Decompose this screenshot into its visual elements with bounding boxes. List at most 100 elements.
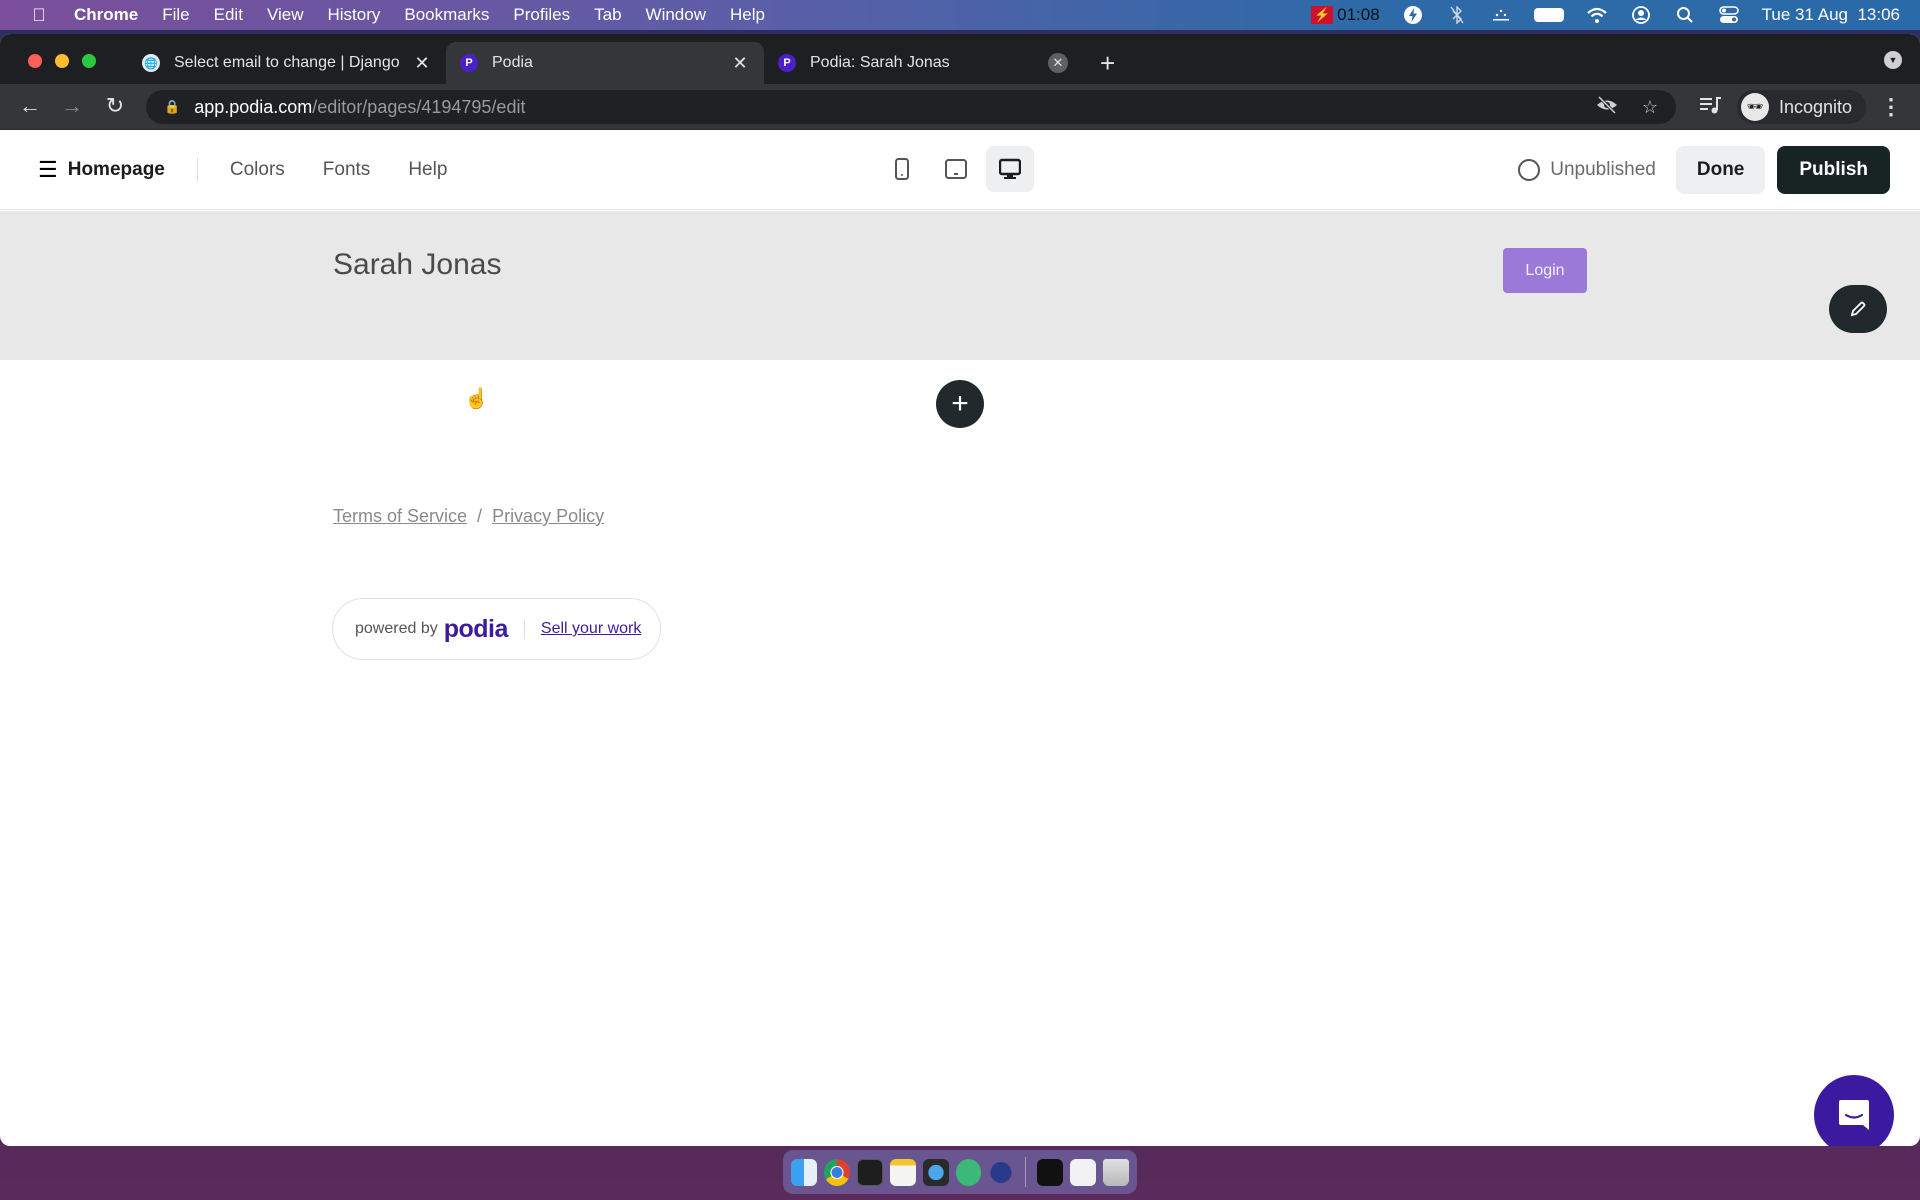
mobile-icon — [895, 158, 909, 180]
tab-podia-sarah-jonas[interactable]: P Podia: Sarah Jonas ✕ — [764, 42, 1082, 84]
publish-button[interactable]: Publish — [1777, 146, 1890, 194]
terms-of-service-link[interactable]: Terms of Service — [333, 506, 467, 526]
close-window-button[interactable] — [28, 54, 42, 68]
tablet-icon — [945, 159, 967, 179]
status-label: Unpublished — [1550, 159, 1656, 180]
done-button[interactable]: Done — [1675, 146, 1766, 194]
colors-link[interactable]: Colors — [230, 159, 285, 181]
chrome-icon[interactable] — [823, 1158, 850, 1186]
fonts-link[interactable]: Fonts — [323, 159, 371, 181]
divider — [523, 619, 525, 639]
pencil-icon — [1850, 301, 1866, 317]
menu-tab[interactable]: Tab — [594, 5, 621, 25]
quicktime-icon[interactable] — [922, 1158, 949, 1186]
control-center-icon[interactable] — [1718, 6, 1740, 24]
bookmark-star-icon[interactable]: ☆ — [1642, 97, 1658, 118]
tab-podia[interactable]: P Podia ✕ — [446, 42, 764, 84]
recent-window-thumbnail[interactable] — [1070, 1158, 1097, 1186]
hamburger-menu-icon[interactable]: ☰ — [38, 157, 58, 183]
unpublished-circle-icon — [1518, 159, 1541, 181]
atom-icon[interactable] — [955, 1158, 982, 1186]
tracking-protection-eye-off-icon[interactable] — [1596, 95, 1618, 119]
trash-icon[interactable] — [1103, 1158, 1129, 1186]
browser-toolbar: ← → ↻ 🔒 app.podia.com/editor/pages/41947… — [0, 84, 1920, 130]
menu-app-name[interactable]: Chrome — [74, 5, 138, 25]
dock-separator — [1025, 1157, 1027, 1187]
minimize-window-button[interactable] — [55, 54, 69, 68]
site-header-section[interactable]: Sarah Jonas Login — [0, 211, 1920, 360]
powered-by-text: powered by — [355, 620, 438, 637]
divider — [196, 158, 198, 182]
edit-section-button[interactable] — [1829, 285, 1887, 333]
menu-file[interactable]: File — [162, 5, 189, 25]
lock-icon[interactable]: 🔒 — [164, 99, 180, 115]
podia-favicon-icon: P — [778, 54, 796, 72]
profile-label: Incognito — [1778, 96, 1852, 117]
sell-your-work-link[interactable]: Sell your work — [541, 620, 641, 638]
menu-bookmarks[interactable]: Bookmarks — [404, 5, 489, 25]
zoom-window-button[interactable] — [82, 54, 96, 68]
chrome-menu-kebab-icon[interactable]: ⋮ — [1880, 94, 1902, 120]
close-tab-icon[interactable]: ✕ — [1048, 53, 1068, 73]
editor-actions: Unpublished Done Publish — [1518, 130, 1890, 210]
toolbar-right: 🕶 Incognito ⋮ — [1699, 90, 1902, 124]
add-section-button[interactable]: + — [936, 380, 984, 428]
plus-icon: + — [951, 387, 969, 420]
macos-dock — [783, 1150, 1137, 1194]
tab-title: Podia: Sarah Jonas — [810, 54, 950, 71]
reeder-bolt-icon[interactable] — [988, 1158, 1015, 1186]
device-preview-toggle — [878, 146, 1034, 192]
mobile-preview-button[interactable] — [878, 146, 926, 192]
status-area: ⚡ 01:08 Tue 31 Aug 13:06 — [1311, 0, 1900, 30]
menu-window[interactable]: Window — [646, 5, 706, 25]
menu-history[interactable]: History — [327, 5, 380, 25]
page-selector[interactable]: Homepage — [68, 159, 165, 181]
desktop-icon — [999, 158, 1021, 179]
media-control-icon[interactable] — [1699, 95, 1723, 120]
incognito-profile-button[interactable]: 🕶 Incognito — [1736, 90, 1866, 124]
apple-menu-icon[interactable]:  — [28, 5, 50, 26]
bluetooth-off-icon[interactable] — [1446, 6, 1468, 24]
privacy-policy-link[interactable]: Privacy Policy — [492, 506, 604, 526]
hand-cursor-icon: ☝ — [464, 388, 489, 410]
close-tab-icon[interactable]: ✕ — [412, 53, 432, 73]
dots-status-icon[interactable] — [1490, 6, 1512, 24]
powered-by-badge: powered by podia Sell your work — [332, 598, 661, 660]
tab-search-dropdown-icon[interactable]: ▼ — [1884, 51, 1902, 69]
screen-recorder-status[interactable]: ⚡ 01:08 — [1311, 5, 1380, 25]
finder-icon[interactable] — [791, 1158, 817, 1186]
bolt-app-icon[interactable] — [1402, 6, 1424, 24]
chat-support-button[interactable] — [1814, 1075, 1894, 1146]
menu-view[interactable]: View — [267, 5, 304, 25]
help-link[interactable]: Help — [408, 159, 447, 181]
macos-menubar:  Chrome File Edit View History Bookmark… — [0, 0, 1920, 30]
desktop-preview-button[interactable] — [986, 146, 1034, 192]
new-tab-button[interactable]: + — [1100, 48, 1115, 79]
wifi-icon[interactable] — [1586, 6, 1608, 24]
browser-window: 🌐 Select email to change | Django ✕ P Po… — [0, 34, 1920, 1146]
recent-window-thumbnail[interactable] — [1037, 1158, 1064, 1186]
omnibox-actions: ☆ — [1596, 90, 1658, 124]
tablet-preview-button[interactable] — [932, 146, 980, 192]
address-bar[interactable]: 🔒 app.podia.com/editor/pages/4194795/edi… — [146, 90, 1676, 124]
login-button[interactable]: Login — [1503, 248, 1587, 293]
podia-logo[interactable]: podia — [444, 615, 509, 644]
legal-links: Terms of Service / Privacy Policy — [333, 506, 604, 527]
back-arrow-icon[interactable]: ← — [16, 93, 44, 119]
tab-django-admin[interactable]: 🌐 Select email to change | Django ✕ — [128, 42, 446, 84]
menubar-clock[interactable]: Tue 31 Aug 13:06 — [1762, 5, 1900, 25]
close-tab-icon[interactable]: ✕ — [730, 53, 750, 73]
podia-favicon-icon: P — [460, 54, 478, 72]
menu-edit[interactable]: Edit — [214, 5, 243, 25]
notes-icon[interactable] — [889, 1158, 916, 1186]
user-account-icon[interactable] — [1630, 6, 1652, 24]
window-controls — [28, 54, 96, 68]
battery-icon[interactable] — [1533, 8, 1564, 22]
recording-time: 01:08 — [1337, 5, 1380, 24]
terminal-icon[interactable] — [856, 1158, 883, 1186]
forward-arrow-icon[interactable]: → — [58, 93, 86, 119]
spotlight-search-icon[interactable] — [1674, 6, 1696, 24]
menu-profiles[interactable]: Profiles — [513, 5, 570, 25]
reload-icon[interactable]: ↻ — [101, 93, 129, 119]
menu-help[interactable]: Help — [730, 5, 765, 25]
